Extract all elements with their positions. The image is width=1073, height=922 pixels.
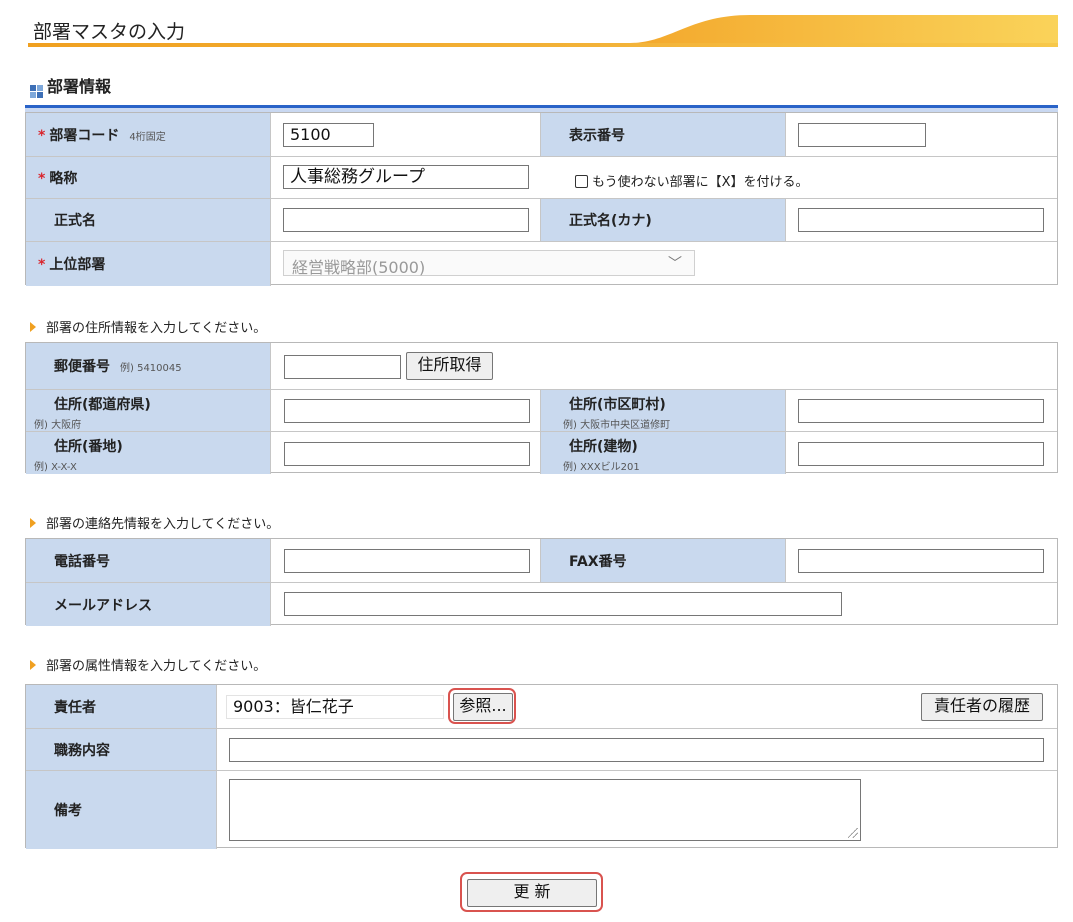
building-input[interactable] bbox=[798, 442, 1044, 466]
manager-label: 責任者 bbox=[54, 699, 96, 716]
manager-input[interactable]: 9003：皆仁花子 bbox=[226, 695, 444, 719]
triangle-bullet-icon bbox=[30, 322, 36, 332]
official-name-input[interactable] bbox=[283, 208, 529, 232]
abbr-label: * 略称 bbox=[38, 170, 78, 187]
remarks-textarea[interactable] bbox=[229, 779, 861, 841]
official-name-kana-label: 正式名(カナ) bbox=[569, 213, 652, 229]
unused-checkbox[interactable] bbox=[575, 175, 588, 188]
city-hint: 例) 大阪市中央区道修町 bbox=[563, 420, 671, 431]
official-name-label: 正式名 bbox=[54, 213, 96, 229]
parent-dept-label: * 上位部署 bbox=[38, 257, 106, 273]
display-no-input[interactable] bbox=[798, 123, 926, 147]
row-parent-dept: * 上位部署 経営戦略部(5000) ﹀ bbox=[26, 242, 1057, 286]
section-divider bbox=[25, 105, 1058, 112]
update-button-highlight bbox=[460, 872, 603, 912]
prefecture-label: 住所(都道府県) bbox=[54, 397, 151, 413]
contact-note: 部署の連絡先情報を入力してください。 bbox=[30, 513, 279, 532]
manager-history-button[interactable]: 責任者の履歴 bbox=[921, 693, 1043, 721]
remarks-label: 備考 bbox=[54, 803, 82, 819]
row-email: メールアドレス bbox=[26, 583, 1057, 626]
dept-code-input[interactable]: 5100 bbox=[283, 123, 374, 147]
chevron-down-icon: ﹀ bbox=[668, 256, 682, 272]
duties-label: 職務内容 bbox=[54, 742, 110, 759]
row-dept-code: * 部署コード 4桁固定 5100 表示番号 bbox=[26, 113, 1057, 157]
display-no-label: 表示番号 bbox=[569, 127, 625, 144]
phone-input[interactable] bbox=[284, 549, 530, 573]
prefecture-hint: 例) 大阪府 bbox=[34, 420, 82, 431]
get-address-button[interactable]: 住所取得 bbox=[406, 352, 493, 380]
row-prefecture-city: 住所(都道府県) 例) 大阪府 住所(市区町村) 例) 大阪市中央区道修町 bbox=[26, 390, 1057, 432]
building-label: 住所(建物) bbox=[569, 439, 638, 455]
attributes-table: 責任者 9003：皆仁花子 参照... 責任者の履歴 職務内容 備考 bbox=[25, 684, 1058, 849]
street-hint: 例) X-X-X bbox=[34, 462, 77, 473]
prefecture-input[interactable] bbox=[284, 399, 530, 423]
unused-checkbox-label: もう使わない部署に【X】を付ける。 bbox=[592, 175, 809, 190]
official-name-kana-input[interactable] bbox=[798, 208, 1044, 232]
postal-label: 郵便番号 例) 5410045 bbox=[54, 359, 182, 375]
row-phone-fax: 電話番号 FAX番号 bbox=[26, 539, 1057, 583]
abbr-input[interactable]: 人事総務グループ bbox=[283, 165, 529, 189]
header-underline bbox=[28, 43, 1058, 47]
city-input[interactable] bbox=[798, 399, 1044, 423]
duties-input[interactable] bbox=[229, 738, 1044, 762]
postal-input[interactable] bbox=[284, 355, 401, 379]
street-label: 住所(番地) bbox=[54, 439, 123, 455]
page-title: 部署マスタの入力 bbox=[33, 21, 186, 43]
row-postal: 郵便番号 例) 5410045 住所取得 bbox=[26, 343, 1057, 390]
header-decoration bbox=[630, 15, 1058, 47]
email-input[interactable] bbox=[284, 592, 842, 616]
row-manager: 責任者 9003：皆仁花子 参照... 責任者の履歴 bbox=[26, 685, 1057, 729]
contact-table: 電話番号 FAX番号 メールアドレス bbox=[25, 538, 1058, 626]
fax-label: FAX番号 bbox=[569, 553, 627, 570]
row-street-building: 住所(番地) 例) X-X-X 住所(建物) 例) XXXビル201 bbox=[26, 432, 1057, 474]
dept-code-label: * 部署コード 4桁固定 bbox=[38, 127, 166, 144]
street-input[interactable] bbox=[284, 442, 530, 466]
address-note: 部署の住所情報を入力してください。 bbox=[30, 317, 266, 336]
row-official-name: 正式名 正式名(カナ) bbox=[26, 199, 1057, 242]
parent-dept-select[interactable]: 経営戦略部(5000) ﹀ bbox=[283, 250, 695, 277]
row-abbr: * 略称 人事総務グループ もう使わない部署に【X】を付ける。 bbox=[26, 157, 1057, 199]
triangle-bullet-icon bbox=[30, 518, 36, 528]
city-label: 住所(市区町村) bbox=[569, 397, 666, 413]
email-label: メールアドレス bbox=[54, 597, 152, 614]
building-hint: 例) XXXビル201 bbox=[563, 462, 640, 473]
section-title: 部署情報 bbox=[30, 73, 111, 98]
reference-button-highlight bbox=[448, 688, 516, 724]
fax-input[interactable] bbox=[798, 549, 1044, 573]
resize-grip-icon[interactable] bbox=[848, 828, 858, 838]
row-duties: 職務内容 bbox=[26, 729, 1057, 771]
address-table: 郵便番号 例) 5410045 住所取得 住所(都道府県) 例) 大阪府 住所(市… bbox=[25, 342, 1058, 474]
section-grid-icon bbox=[30, 85, 43, 98]
attributes-note: 部署の属性情報を入力してください。 bbox=[30, 655, 266, 674]
phone-label: 電話番号 bbox=[54, 553, 110, 570]
row-remarks: 備考 bbox=[26, 771, 1057, 849]
triangle-bullet-icon bbox=[30, 660, 36, 670]
basic-info-table: * 部署コード 4桁固定 5100 表示番号 * 略称 人事総務グループ もう使わない… bbox=[25, 112, 1058, 286]
